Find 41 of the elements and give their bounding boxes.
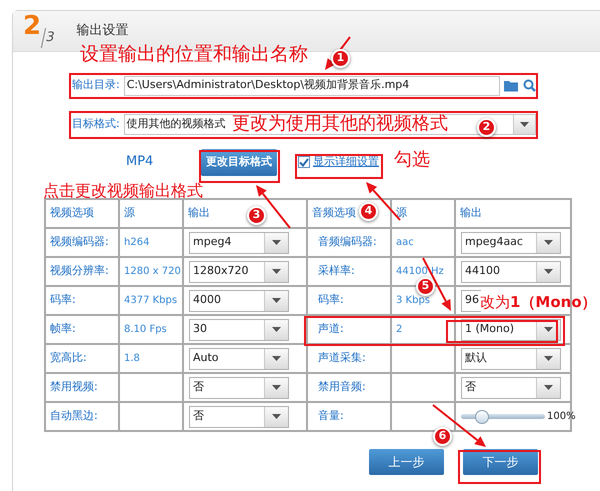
- annotation-note: 设置输出的位置和输出名称: [80, 45, 308, 64]
- option-label: 声道采集:: [317, 350, 366, 366]
- source-value: 4377 Kbps: [123, 294, 178, 308]
- step-number: 2: [23, 13, 42, 39]
- column-header: 输出: [187, 205, 210, 222]
- annotation-note: 点击更改视频输出格式: [43, 183, 203, 199]
- option-label: 采样率:: [317, 263, 355, 280]
- source-value: aac: [395, 236, 414, 250]
- annotation-note: 勾选: [394, 151, 430, 169]
- column-header: 视频选项: [49, 205, 94, 222]
- option-label: 禁用视频:: [49, 379, 98, 396]
- option-label: 码率:: [317, 292, 344, 308]
- volume-reading: 100%: [547, 410, 576, 424]
- source-value: 1280 x 720: [123, 265, 181, 279]
- option-label: 视频编码器:: [49, 234, 109, 250]
- source-value: 8.10 Fps: [123, 323, 167, 337]
- step-total: 3: [41, 28, 56, 48]
- format-name: MP4: [126, 153, 154, 172]
- option-label: 视频分辨率:: [49, 263, 109, 280]
- option-label: 声道:: [317, 321, 344, 338]
- option-label: 自动黑边:: [49, 408, 98, 424]
- option-label: 禁用音频:: [317, 379, 366, 396]
- column-header: 源: [395, 205, 407, 222]
- field-label: 目标格式:: [72, 116, 120, 132]
- option-label: 码率:: [49, 292, 76, 308]
- source-value: h264: [123, 236, 150, 250]
- option-label: 帧率:: [49, 321, 76, 338]
- source-value: 3 Kbps: [395, 294, 430, 308]
- annotation-note: 更改为使用其他的视频格式: [232, 115, 448, 133]
- source-value: 1.8: [123, 352, 140, 366]
- source-value: 2: [395, 323, 402, 337]
- annotation-note: 改为1（Mono）: [480, 295, 597, 310]
- column-header: 源: [123, 205, 135, 222]
- column-header: 音频选项: [311, 205, 356, 222]
- field-label: 输出目录:: [72, 77, 120, 94]
- source-value: 44100 Hz: [395, 265, 444, 279]
- window-title: 输出设置: [76, 22, 128, 40]
- option-label: 音量:: [317, 408, 344, 424]
- option-label: 音频编码器:: [317, 234, 377, 250]
- column-header: 输出: [459, 205, 482, 222]
- option-label: 宽高比:: [49, 350, 87, 366]
